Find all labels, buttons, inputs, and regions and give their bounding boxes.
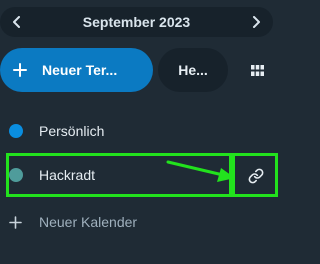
today-button[interactable]: He...: [158, 48, 228, 92]
new-calendar-button[interactable]: Neuer Kalender: [0, 205, 282, 239]
calendar-item-personal[interactable]: Persönlich: [0, 111, 282, 151]
new-calendar-label: Neuer Kalender: [39, 214, 138, 230]
chevron-left-icon: [13, 16, 20, 28]
next-month-button[interactable]: [239, 7, 273, 37]
current-month-label[interactable]: September 2023: [40, 7, 233, 37]
link-icon: [248, 168, 264, 184]
chevron-right-icon: [253, 16, 260, 28]
new-event-button[interactable]: Neuer Ter...: [0, 48, 153, 92]
plus-icon: [13, 63, 27, 77]
calendar-name: Hackradt: [39, 167, 96, 183]
calendar-color-dot[interactable]: [9, 168, 23, 182]
new-event-label: Neuer Ter...: [42, 62, 118, 78]
calendar-sidebar: September 2023 Neuer Ter... He... Persön…: [0, 0, 282, 264]
calendar-item-hackradt[interactable]: Hackradt: [0, 155, 282, 195]
calendar-name: Persönlich: [39, 123, 105, 139]
plus-icon: [9, 215, 22, 229]
previous-month-button[interactable]: [0, 7, 34, 37]
grid-icon: [250, 64, 264, 76]
month-navigation: September 2023: [0, 7, 273, 37]
share-link-button[interactable]: [240, 165, 272, 187]
view-switch-button[interactable]: [238, 52, 276, 88]
calendar-color-dot[interactable]: [9, 124, 23, 138]
